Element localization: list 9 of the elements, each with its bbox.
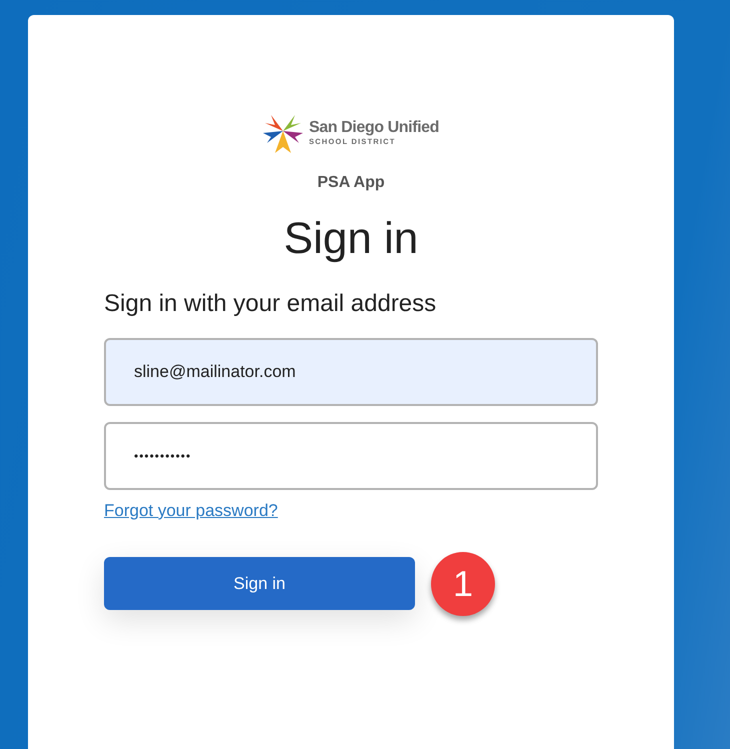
email-field[interactable]: sline@mailinator.com bbox=[104, 338, 598, 406]
forgot-password-link[interactable]: Forgot your password? bbox=[104, 498, 278, 524]
step-badge: 1 bbox=[431, 552, 495, 616]
subheading: Sign in with your email address bbox=[104, 288, 438, 319]
logo-text: San Diego Unified bbox=[308, 118, 440, 136]
app-name: PSA App bbox=[316, 173, 386, 193]
password-field[interactable]: ••••••••••• bbox=[104, 422, 598, 490]
sign-in-button[interactable]: Sign in bbox=[104, 557, 415, 610]
page-heading: Sign in bbox=[282, 213, 420, 265]
